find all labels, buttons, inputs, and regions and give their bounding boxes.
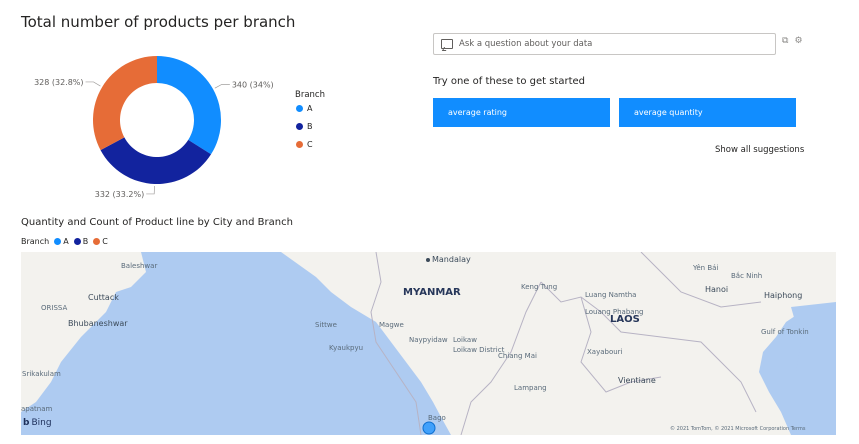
city-marker bbox=[426, 258, 430, 262]
bing-logo-icon: b bbox=[23, 418, 30, 428]
city-label: Sittwe bbox=[315, 321, 337, 329]
city-label: Naypyidaw bbox=[409, 336, 448, 344]
city-label: Luang Namtha bbox=[585, 291, 636, 299]
donut-leader-line bbox=[214, 84, 230, 89]
city-label: Louang Phabang bbox=[585, 308, 643, 316]
map-title: Quantity and Count of Product line by Ci… bbox=[21, 217, 293, 228]
donut-data-label: 332 (33.2%) bbox=[95, 190, 144, 199]
donut-leader-line bbox=[146, 185, 155, 195]
suggestion-button-average-rating[interactable]: average rating bbox=[433, 98, 610, 127]
legend-dot bbox=[73, 238, 81, 245]
donut-slice-c[interactable] bbox=[92, 56, 157, 151]
try-suggestions-text: Try one of these to get started bbox=[433, 76, 586, 87]
legend-dot bbox=[296, 141, 303, 148]
donut-chart-title: Total number of products per branch bbox=[21, 13, 296, 31]
legend-label: B bbox=[307, 122, 313, 131]
city-label: Hanoi bbox=[705, 285, 728, 294]
donut-chart: 340 (34%) 332 (33.2%) 328 (32.8%) bbox=[34, 56, 274, 199]
show-all-suggestions-link[interactable]: Show all suggestions bbox=[715, 145, 804, 155]
bing-attribution: b Bing bbox=[23, 418, 52, 428]
donut-slice-b[interactable] bbox=[100, 137, 212, 184]
city-label: Loikaw bbox=[453, 336, 477, 344]
qa-toolbar: ⧉ ⚙ bbox=[782, 37, 803, 46]
legend-label: A bbox=[307, 104, 313, 113]
legend-dot bbox=[93, 238, 101, 245]
donut-data-label: 328 (32.8%) bbox=[34, 78, 83, 87]
gear-icon[interactable]: ⚙ bbox=[794, 37, 802, 46]
city-label: Cuttack bbox=[88, 293, 119, 302]
city-label: Mandalay bbox=[432, 255, 471, 264]
qa-search-box[interactable] bbox=[433, 33, 776, 55]
donut-data-label: 340 (34%) bbox=[232, 80, 274, 89]
map-canvas[interactable]: MYANMAR LAOS Mandalay Baleshwar Cuttack … bbox=[21, 252, 836, 435]
map-copyright: © 2021 TomTom, © 2021 Microsoft Corporat… bbox=[670, 426, 806, 432]
city-label: Lampang bbox=[514, 384, 547, 392]
city-label: Chiang Mai bbox=[498, 352, 537, 360]
suggestion-button-average-quantity[interactable]: average quantity bbox=[619, 98, 796, 127]
legend-dot bbox=[54, 238, 62, 245]
city-label: Baleshwar bbox=[121, 262, 157, 270]
city-label: Bhubaneshwar bbox=[68, 319, 128, 328]
legend-item-b[interactable]: B bbox=[296, 122, 313, 131]
map-legend: Branch A B C bbox=[21, 237, 108, 246]
legend-dot bbox=[296, 123, 303, 130]
city-label: Bago bbox=[428, 414, 446, 422]
legend-dot bbox=[296, 105, 303, 112]
city-label: Loikaw District bbox=[453, 346, 505, 354]
city-label: Srikakulam bbox=[22, 370, 61, 378]
city-label: apatnam bbox=[21, 405, 52, 413]
city-label: Xayabouri bbox=[587, 348, 623, 356]
city-label: Gulf of Tonkin bbox=[761, 328, 809, 336]
qa-input[interactable] bbox=[459, 39, 759, 49]
legend-item-c[interactable]: C bbox=[296, 140, 313, 149]
chat-icon bbox=[441, 39, 453, 49]
map-legend-item-b: B bbox=[73, 237, 88, 246]
city-label: Bắc Ninh bbox=[731, 271, 762, 280]
map-legend-item-c: C bbox=[93, 237, 108, 246]
map-legend-item-a: A bbox=[54, 237, 69, 246]
legend-item-a[interactable]: A bbox=[296, 104, 312, 113]
country-label: MYANMAR bbox=[403, 287, 461, 298]
city-label: ORISSA bbox=[41, 304, 67, 312]
city-label: Kyaukpyu bbox=[329, 344, 363, 352]
city-label: Keng Tung bbox=[521, 283, 557, 291]
donut-leader-line bbox=[85, 81, 101, 87]
copy-icon[interactable]: ⧉ bbox=[782, 37, 788, 46]
city-label: Haiphong bbox=[764, 291, 802, 300]
map-bubble-branch-a[interactable] bbox=[422, 421, 436, 435]
legend-title: Branch bbox=[295, 90, 325, 100]
city-label: Yên Bái bbox=[692, 264, 718, 272]
map-legend-title: Branch bbox=[21, 237, 50, 246]
city-label: Magwe bbox=[379, 321, 404, 329]
legend-label: C bbox=[307, 140, 313, 149]
donut-slice-a[interactable] bbox=[157, 56, 221, 155]
city-label: Vientiane bbox=[618, 376, 656, 385]
